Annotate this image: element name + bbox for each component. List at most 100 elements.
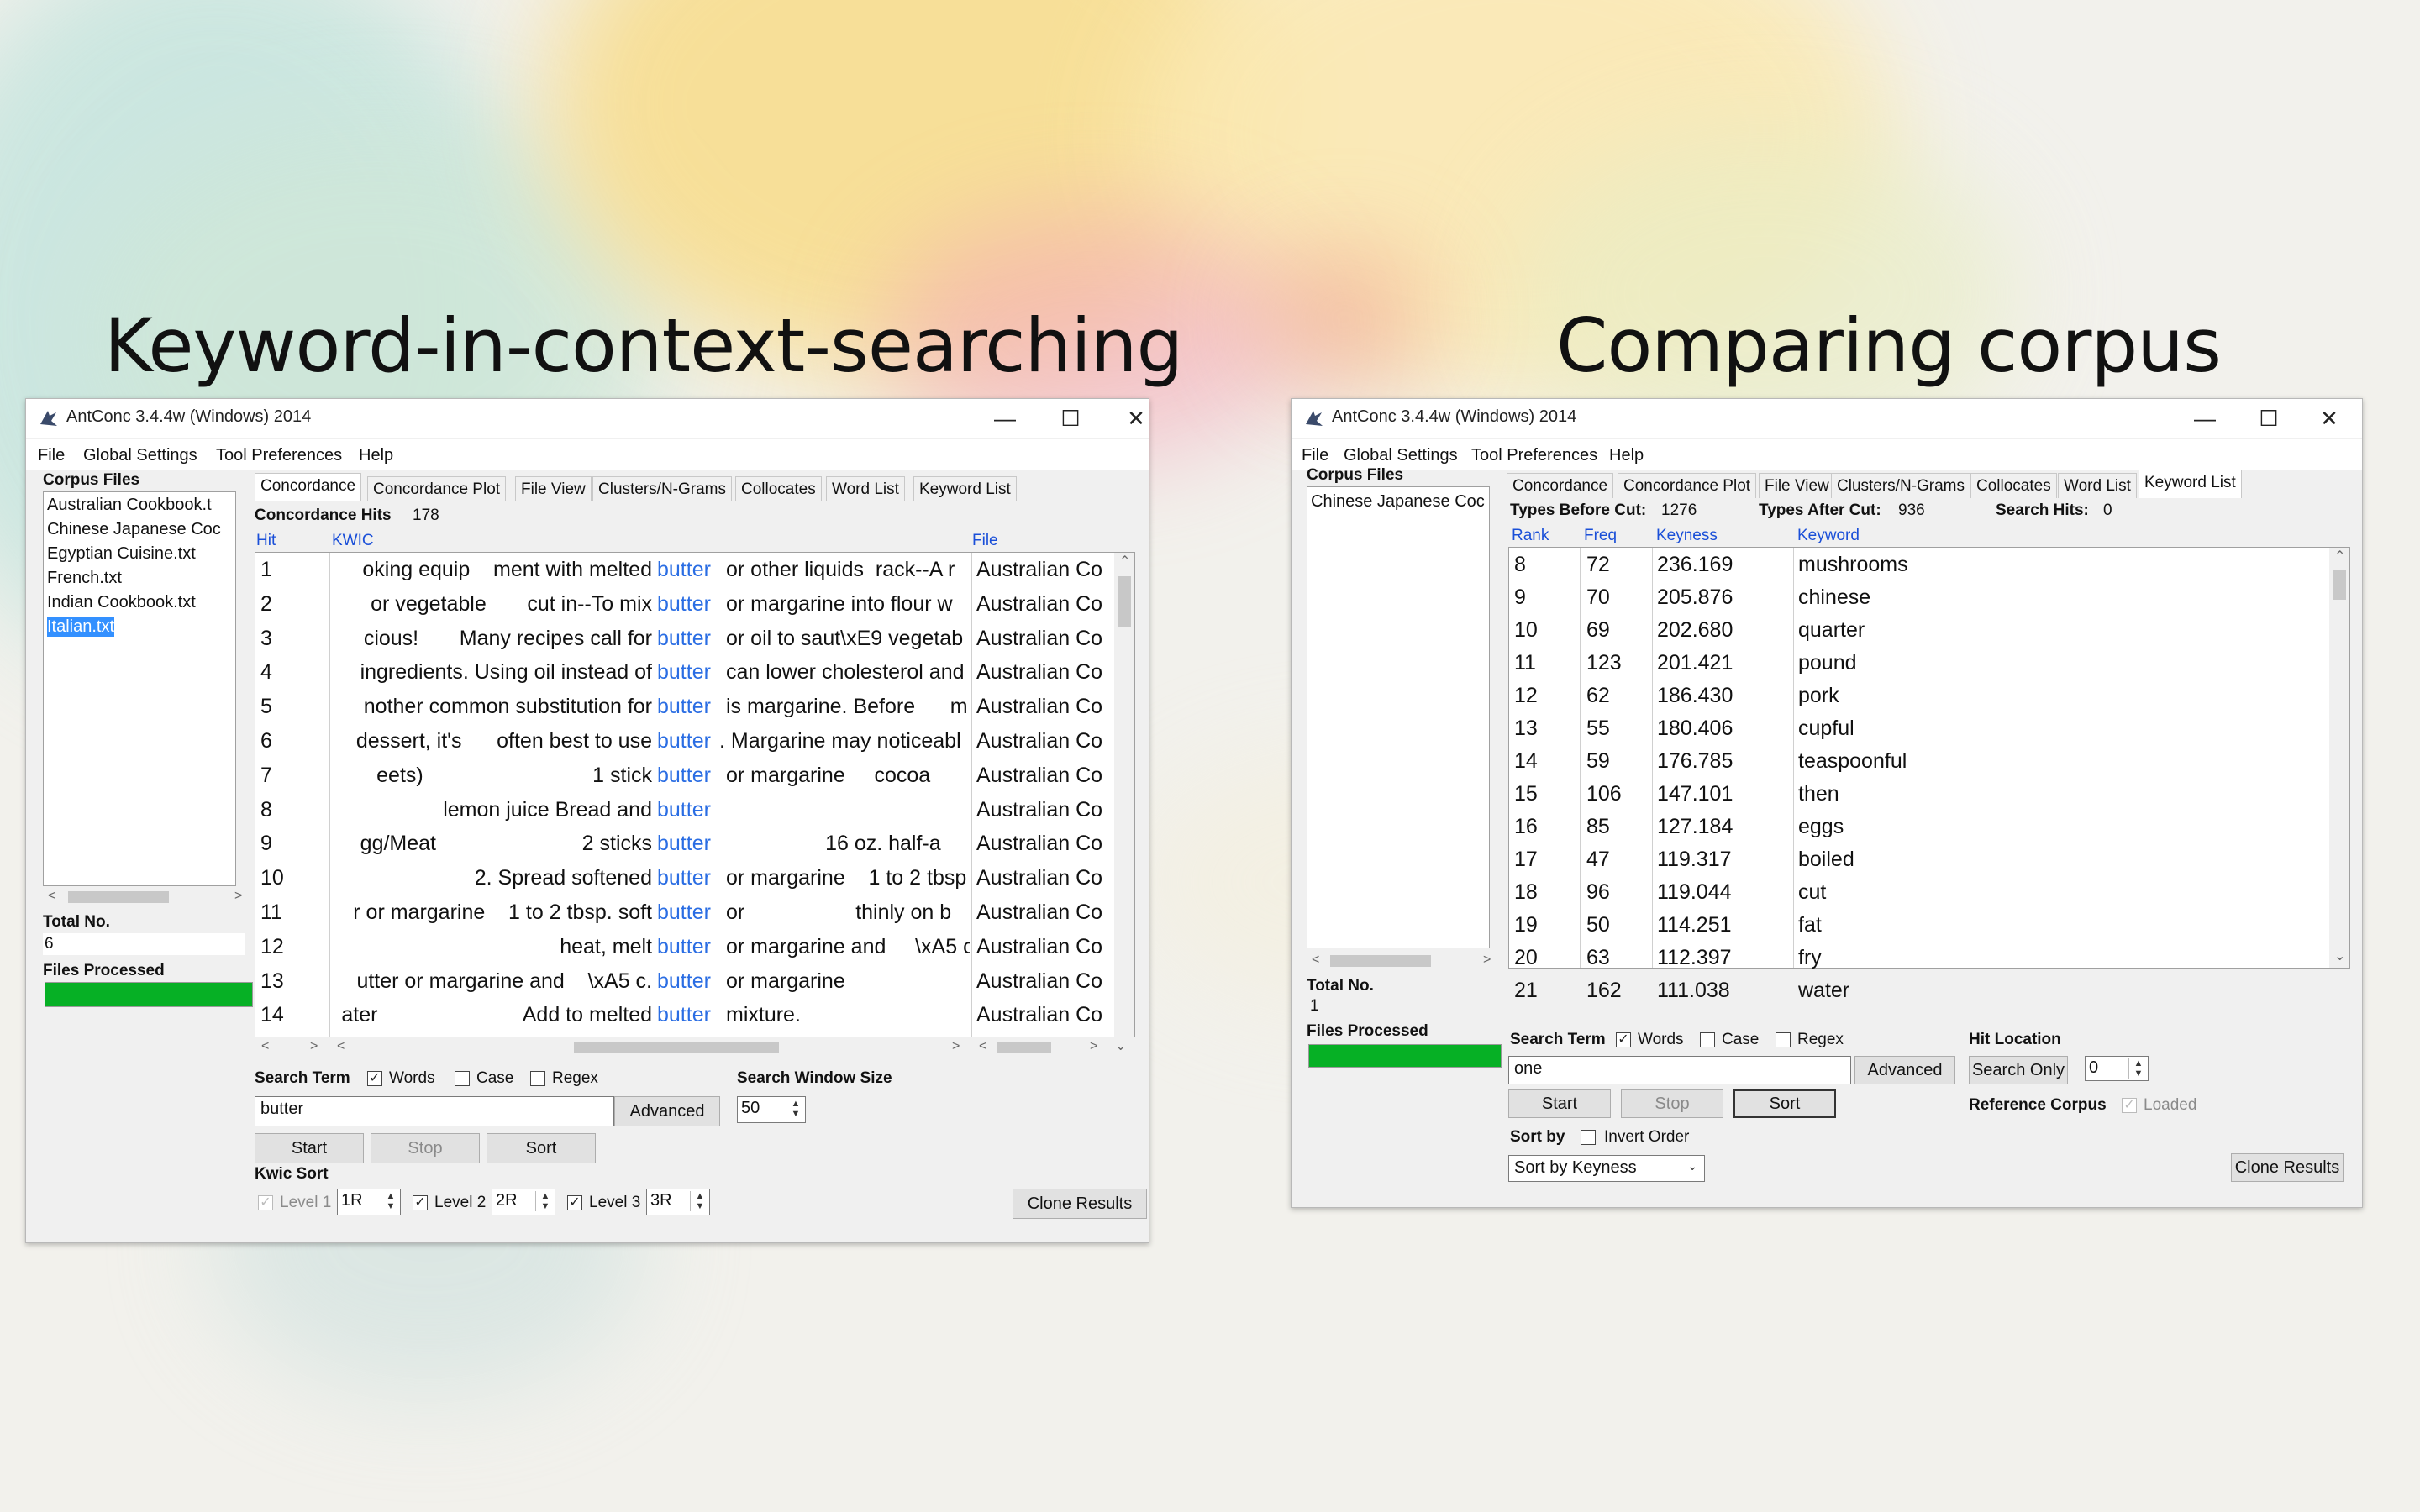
- keyword-hit[interactable]: butter: [657, 1003, 724, 1027]
- tab-file-view[interactable]: File View: [515, 476, 592, 501]
- kwic-row[interactable]: 12 heat, melt butter or margarine and \xA5 …: [255, 935, 1113, 969]
- keyword-hit[interactable]: butter: [657, 558, 724, 582]
- keyword-row[interactable]: 14 59 176.785 teaspoonful: [1509, 749, 2328, 782]
- stop-button[interactable]: Stop: [1621, 1089, 1723, 1118]
- clone-results-button[interactable]: Clone Results: [2231, 1153, 2344, 1182]
- scroll-right-arrow[interactable]: >: [310, 1039, 318, 1054]
- level3-spinner[interactable]: 3R ▲ ▼: [646, 1189, 710, 1215]
- tab-concordance[interactable]: Concordance: [1507, 473, 1614, 498]
- corpus-files-list[interactable]: Chinese Japanese Coc: [1307, 486, 1490, 948]
- level2-checkbox[interactable]: ✓: [413, 1195, 428, 1210]
- words-checkbox[interactable]: ✓: [367, 1071, 382, 1086]
- menu-file[interactable]: File: [38, 446, 65, 465]
- kwic-row[interactable]: 8 lemon juice Bread and butter Australian C…: [255, 798, 1113, 832]
- menu-help[interactable]: Help: [1609, 446, 1644, 465]
- case-checkbox[interactable]: [1700, 1032, 1715, 1047]
- case-checkbox[interactable]: [455, 1071, 470, 1086]
- tab-collocates[interactable]: Collocates: [735, 476, 822, 501]
- corpus-file-item[interactable]: Indian Cookbook.txt: [47, 593, 196, 612]
- corpus-file-item-selected[interactable]: Italian.txt: [47, 617, 115, 637]
- kwic-hscrollbar[interactable]: < > < > < > ⌄: [255, 1037, 1134, 1058]
- corpus-file-item[interactable]: French.txt: [47, 569, 122, 588]
- scroll-thumb[interactable]: [574, 1042, 779, 1053]
- keyword-row[interactable]: 12 62 186.430 pork: [1509, 684, 2328, 717]
- spinner-arrows[interactable]: ▲ ▼: [786, 1099, 805, 1119]
- corpus-file-item[interactable]: Chinese Japanese Coc: [47, 520, 221, 539]
- maximize-button[interactable]: ☐: [1041, 402, 1100, 434]
- scroll-thumb[interactable]: [68, 891, 169, 903]
- keyword-hit[interactable]: butter: [657, 798, 724, 822]
- kwic-row[interactable]: 5 nother common substitution for butter is …: [255, 695, 1113, 729]
- corpus-files-list[interactable]: Australian Cookbook.t Chinese Japanese C…: [43, 491, 236, 886]
- keyword-hit[interactable]: butter: [657, 866, 724, 890]
- menu-global-settings[interactable]: Global Settings: [83, 446, 197, 465]
- corpus-file-item[interactable]: Chinese Japanese Coc: [1311, 492, 1485, 512]
- kwic-row[interactable]: 11 r or margarine 1 to 2 tbsp. soft butter…: [255, 900, 1113, 935]
- sort-button[interactable]: Sort: [1733, 1089, 1836, 1118]
- scroll-down-arrow[interactable]: ⌄: [1115, 1037, 1126, 1054]
- keyword-row[interactable]: 21 162 111.038 water: [1509, 979, 2328, 1011]
- column-header-keyword[interactable]: Keyword: [1797, 527, 1860, 545]
- corpus-files-hscrollbar[interactable]: < >: [43, 886, 253, 908]
- keyword-hit[interactable]: butter: [657, 592, 724, 617]
- column-header-freq[interactable]: Freq: [1584, 527, 1617, 545]
- kwic-row[interactable]: 3 cious! Many recipes call for butter or oi…: [255, 627, 1113, 661]
- start-button[interactable]: Start: [255, 1133, 364, 1163]
- kwic-row[interactable]: 4 ingredients. Using oil instead of butter…: [255, 660, 1113, 695]
- keyword-hit[interactable]: butter: [657, 900, 724, 925]
- keyword-row[interactable]: 9 70 205.876 chinese: [1509, 585, 2328, 618]
- level3-checkbox[interactable]: ✓: [567, 1195, 582, 1210]
- advanced-button[interactable]: Advanced: [1854, 1056, 1955, 1084]
- menu-tool-preferences[interactable]: Tool Preferences: [1471, 446, 1597, 465]
- scroll-down-arrow[interactable]: ⌄: [2334, 948, 2345, 964]
- sort-by-dropdown[interactable]: Sort by Keyness ⌄: [1508, 1155, 1705, 1182]
- scroll-left-arrow[interactable]: <: [1312, 953, 1319, 968]
- scroll-left-arrow[interactable]: <: [261, 1039, 269, 1054]
- search-term-input[interactable]: one: [1508, 1056, 1851, 1084]
- column-header-file[interactable]: File: [972, 532, 998, 550]
- tab-word-list[interactable]: Word List: [826, 476, 905, 501]
- spinner-arrows[interactable]: ▲ ▼: [381, 1191, 400, 1211]
- keyword-hit[interactable]: butter: [657, 832, 724, 856]
- keyword-hit[interactable]: butter: [657, 764, 724, 788]
- concordance-results-table[interactable]: 1 oking equip ment with melted butter or ot…: [255, 552, 1135, 1037]
- kwic-row[interactable]: 7 eets) 1 stick butter or margarine cocoa Au…: [255, 764, 1113, 798]
- keyword-hit[interactable]: butter: [657, 627, 724, 651]
- keyword-hit[interactable]: butter: [657, 660, 724, 685]
- kwic-row[interactable]: 13 utter or margarine and \xA5 c. butter or…: [255, 969, 1113, 1004]
- results-vscrollbar[interactable]: ⌃: [1114, 553, 1134, 1037]
- level1-checkbox[interactable]: ✓: [258, 1195, 273, 1210]
- scroll-left-arrow[interactable]: <: [337, 1039, 345, 1054]
- scroll-up-arrow[interactable]: ⌃: [1119, 553, 1130, 570]
- keyword-row[interactable]: 19 50 114.251 fat: [1509, 913, 2328, 946]
- keyword-hit[interactable]: butter: [657, 729, 724, 753]
- tab-collocates[interactable]: Collocates: [1970, 473, 2057, 498]
- keyword-row[interactable]: 13 55 180.406 cupful: [1509, 717, 2328, 749]
- level2-spinner[interactable]: 2R ▲ ▼: [492, 1189, 555, 1215]
- keyword-hit[interactable]: butter: [657, 695, 724, 719]
- tab-keyword-list[interactable]: Keyword List: [913, 476, 1017, 501]
- menu-tool-preferences[interactable]: Tool Preferences: [216, 446, 342, 465]
- keyword-row[interactable]: 20 63 112.397 fry: [1509, 946, 2328, 979]
- close-button[interactable]: ✕: [1107, 402, 1149, 434]
- scroll-right-arrow[interactable]: >: [1483, 953, 1491, 968]
- sort-button[interactable]: Sort: [487, 1133, 596, 1163]
- scroll-left-arrow[interactable]: <: [979, 1039, 986, 1054]
- title-bar[interactable]: AntConc 3.4.4w (Windows) 2014 — ☐ ✕: [26, 399, 1149, 438]
- keyword-row[interactable]: 8 72 236.169 mushrooms: [1509, 553, 2328, 585]
- kwic-row[interactable]: 10 2. Spread softened butter or margarine 1…: [255, 866, 1113, 900]
- results-vscrollbar[interactable]: ⌃ ⌄: [2329, 548, 2349, 968]
- tab-concordance[interactable]: Concordance: [255, 473, 362, 501]
- scroll-right-arrow[interactable]: >: [952, 1039, 960, 1054]
- tab-clusters[interactable]: Clusters/N-Grams: [1831, 473, 1971, 498]
- kwic-row[interactable]: 6 dessert, it's often best to use butter. …: [255, 729, 1113, 764]
- minimize-button[interactable]: —: [2175, 402, 2234, 434]
- regex-checkbox[interactable]: [1776, 1032, 1791, 1047]
- kwic-row[interactable]: 1 oking equip ment with melted butter or ot…: [255, 558, 1113, 592]
- minimize-button[interactable]: —: [976, 402, 1034, 434]
- tab-keyword-list[interactable]: Keyword List: [2139, 470, 2242, 498]
- invert-order-checkbox[interactable]: [1581, 1130, 1596, 1145]
- keyword-row[interactable]: 15 106 147.101 then: [1509, 782, 2328, 815]
- tab-clusters[interactable]: Clusters/N-Grams: [592, 476, 733, 501]
- corpus-file-item[interactable]: Australian Cookbook.t: [47, 496, 212, 515]
